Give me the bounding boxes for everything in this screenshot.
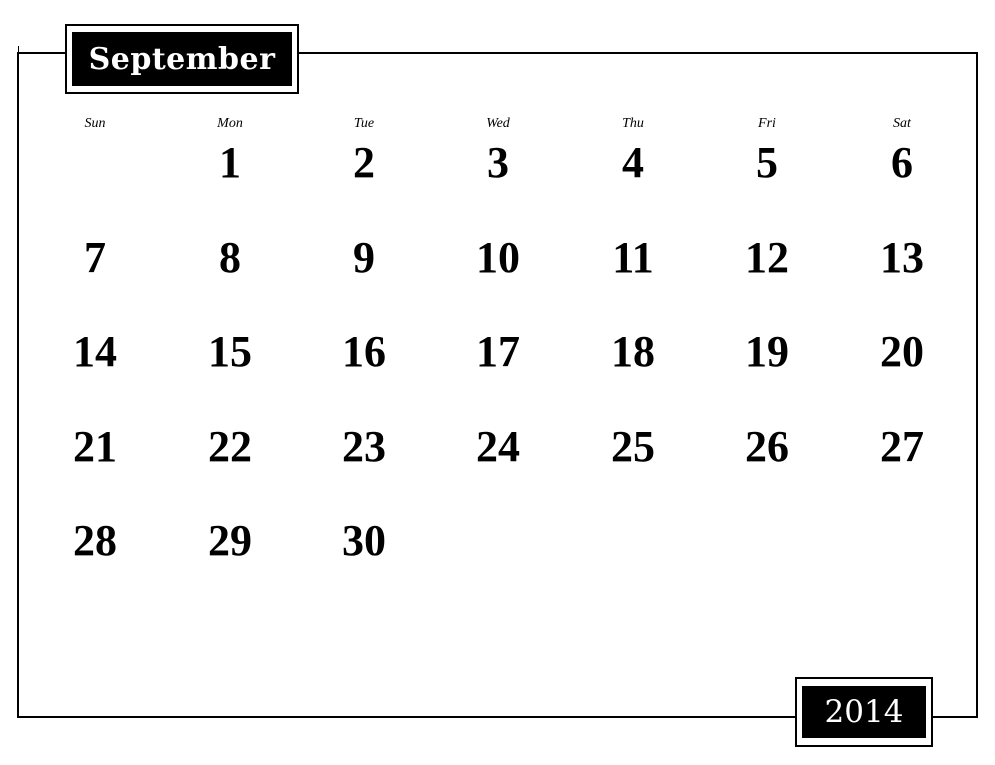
weekday-header-wed: Wed [486, 116, 510, 131]
day-cell: 3 [487, 138, 509, 187]
day-cell: 23 [342, 422, 386, 471]
day-cell: 18 [611, 327, 655, 376]
year-label-box: 2014 [795, 677, 933, 747]
day-cell: 1 [219, 138, 241, 187]
day-cell: 29 [208, 516, 252, 565]
weekday-header-sat: Sat [893, 116, 911, 131]
day-cell: 9 [353, 233, 375, 282]
day-cell: 11 [612, 233, 654, 282]
day-cell: 28 [73, 516, 117, 565]
day-cell: 7 [84, 233, 106, 282]
day-cell: 4 [622, 138, 644, 187]
day-cell: 10 [476, 233, 520, 282]
month-label-box: September [65, 24, 299, 94]
day-cell: 14 [73, 327, 117, 376]
weekday-header-mon: Mon [217, 116, 243, 131]
day-cell: 20 [880, 327, 924, 376]
day-cell: 17 [476, 327, 520, 376]
day-cell: 27 [880, 422, 924, 471]
weekday-header-tue: Tue [353, 116, 375, 131]
day-cell: 16 [342, 327, 386, 376]
weekday-header-thu: Thu [622, 116, 644, 131]
year-title: 2014 [802, 686, 926, 738]
day-cell: 19 [745, 327, 789, 376]
frame-corner-tick [18, 46, 19, 74]
day-cell: 24 [476, 422, 520, 471]
day-cell: 15 [208, 327, 252, 376]
day-cell: 21 [73, 422, 117, 471]
weekday-header-fri: Fri [758, 116, 776, 131]
day-cell: 8 [219, 233, 241, 282]
month-title: September [72, 32, 292, 86]
day-cell: 6 [891, 138, 913, 187]
day-cell: 25 [611, 422, 655, 471]
day-cell: 30 [342, 516, 386, 565]
weekday-header-sun: Sun [84, 116, 106, 131]
day-cell: 12 [745, 233, 789, 282]
day-cell: 26 [745, 422, 789, 471]
day-cell: 5 [756, 138, 778, 187]
day-cell: 22 [208, 422, 252, 471]
day-cell: 13 [880, 233, 924, 282]
day-cell: 2 [353, 138, 375, 187]
